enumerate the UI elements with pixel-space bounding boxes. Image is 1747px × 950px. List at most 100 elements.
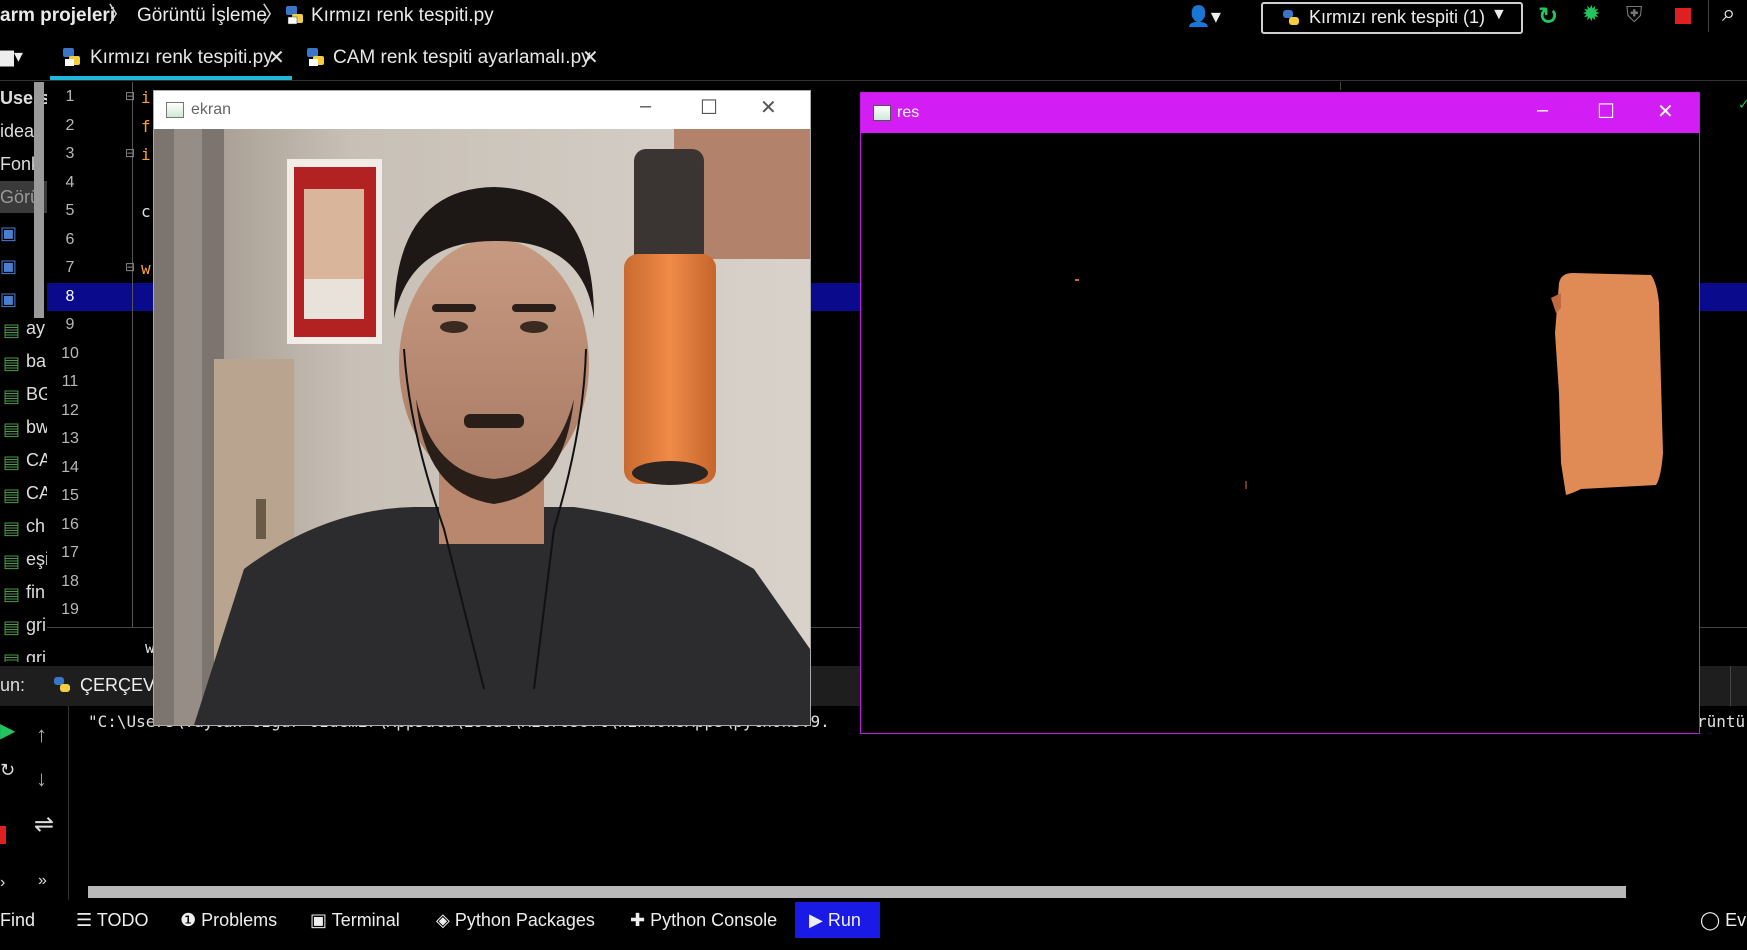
tool-todo[interactable]: ☰ TODO	[76, 900, 148, 940]
inspection-ok-icon: ✓	[1738, 96, 1747, 112]
python-file-icon	[306, 47, 326, 67]
python-console-label: Python Console	[650, 910, 778, 930]
fold-icon[interactable]: ⊟	[125, 89, 135, 103]
maximize-icon[interactable]: ☐	[1597, 99, 1615, 124]
line-number: 5	[65, 202, 75, 219]
python-packages-label: Python Packages	[454, 910, 595, 930]
tool-python-console[interactable]: ✚ Python Console	[630, 900, 777, 940]
more-icon[interactable]: »	[38, 872, 47, 890]
window-app-icon	[166, 102, 184, 118]
orange-object	[624, 254, 716, 484]
console-output-text: rüntü	[1697, 712, 1746, 731]
run-label: Run	[827, 910, 861, 930]
run-icon: ▶	[809, 910, 828, 930]
mask-result-frame	[861, 133, 1699, 733]
breadcrumb-folder[interactable]: Görüntü İşleme	[137, 0, 267, 32]
debug-bug-icon[interactable]: ✹	[1582, 1, 1600, 27]
exclamation-icon: ❶	[180, 910, 202, 930]
line-number: 7	[65, 259, 75, 276]
toolbar-divider	[1708, 0, 1709, 32]
search-icon[interactable]: ⌕	[1722, 0, 1735, 28]
tree-file-icons: ▤ ▤ ▤ ▤ ▤ ▤ ▤ ▤ ▤ ▤ ▤	[3, 320, 21, 662]
coverage-shield-icon[interactable]: ⛨	[1626, 2, 1643, 28]
close-icon[interactable]: ✕	[268, 45, 285, 70]
line-number: 9	[65, 316, 75, 333]
python-icon: ✚	[630, 910, 651, 930]
editor-tab-bar: ▆▾ Kırmızı renk tespiti.py ✕ CAM renk te…	[0, 36, 1747, 81]
tab-cam-renk-tespiti[interactable]: CAM renk tespiti ayarlamalı.py ✕	[298, 36, 608, 80]
window-title: ekran	[191, 101, 232, 118]
run-configuration-selector[interactable]: Kırmızı renk tespiti (1) ▼	[1261, 2, 1523, 34]
tree-scrollbar[interactable]	[34, 82, 44, 318]
run-tool-content: ▶ Run	[809, 900, 861, 940]
window-app-icon	[873, 105, 891, 121]
tool-terminal[interactable]: ▣ Terminal	[310, 900, 400, 940]
todo-label: TODO	[96, 910, 149, 930]
event-log-icon: ◯	[1700, 910, 1726, 930]
run-icon[interactable]: ▶	[0, 718, 15, 743]
horizontal-scrollbar[interactable]	[88, 886, 1626, 898]
terminal-label: Terminal	[331, 910, 400, 930]
code-keyword: i	[141, 145, 151, 164]
layers-icon: ◈	[436, 910, 455, 930]
arrow-up-icon[interactable]: ↑	[36, 722, 47, 748]
line-number: 1	[65, 88, 75, 105]
stop-icon[interactable]	[0, 826, 6, 844]
rerun-icon[interactable]: ↻	[0, 760, 15, 781]
navigation-bar: arm projeleri 〉 Görüntü İşleme 〉 Kırmızı…	[0, 0, 1747, 37]
console-gutter-divider	[68, 706, 69, 900]
arrow-down-icon[interactable]: ↓	[36, 766, 47, 792]
tab-label: CAM renk tespiti ayarlamalı.py	[333, 47, 591, 68]
close-icon[interactable]: ✕	[1657, 99, 1674, 124]
window-titlebar[interactable]: ekran – ☐ ✕	[154, 91, 810, 129]
tab-kirmizi-renk-tespiti[interactable]: Kırmızı renk tespiti.py ✕	[50, 36, 292, 80]
close-icon[interactable]: ✕	[582, 45, 599, 70]
line-number: 6	[65, 231, 75, 248]
line-number: 17	[61, 544, 79, 561]
breadcrumb-separator-icon: 〉	[262, 2, 285, 27]
python-file-icon	[285, 5, 305, 25]
line-number: 19	[61, 601, 79, 618]
window-titlebar[interactable]: res – ☐ ✕	[861, 93, 1699, 133]
minimize-icon[interactable]: –	[1537, 99, 1548, 122]
line-number: 16	[61, 516, 79, 533]
active-tab-indicator	[50, 76, 292, 80]
tool-find[interactable]: Find	[0, 900, 35, 940]
line-number-current: 8	[65, 288, 75, 305]
fold-icon[interactable]: ⊟	[125, 146, 135, 160]
minimize-icon[interactable]: –	[640, 95, 651, 118]
window-title: res	[897, 104, 920, 121]
chevron-down-icon: ▼	[1491, 6, 1507, 23]
folder-icon[interactable]: ▆▾	[0, 46, 23, 67]
tool-problems[interactable]: ❶ Problems	[180, 900, 277, 940]
tool-python-packages[interactable]: ◈ Python Packages	[436, 900, 595, 940]
close-icon[interactable]: ✕	[760, 95, 777, 120]
line-number: 12	[61, 402, 79, 419]
stop-icon[interactable]	[1675, 8, 1691, 24]
expand-icon[interactable]: ›	[0, 874, 5, 892]
tool-event-log[interactable]: ◯ Eve	[1700, 900, 1747, 940]
panel-divider	[1730, 666, 1731, 706]
list-icon: ☰	[76, 910, 97, 930]
line-number: 13	[61, 430, 79, 447]
tab-label: Kırmızı renk tespiti.py	[90, 47, 273, 68]
window-ekran[interactable]: ekran – ☐ ✕	[153, 90, 811, 726]
code-keyword: i	[141, 88, 151, 107]
line-number: 11	[61, 373, 79, 390]
line-number: 18	[61, 573, 79, 590]
maximize-icon[interactable]: ☐	[700, 95, 718, 120]
window-res[interactable]: res – ☐ ✕	[860, 92, 1700, 734]
user-account-icon[interactable]: 👤▾	[1186, 4, 1221, 29]
rerun-icon[interactable]: ↻	[1538, 2, 1558, 31]
find-label: Find	[0, 910, 36, 930]
right-margin-guide	[1340, 82, 1341, 90]
webcam-frame	[154, 129, 810, 725]
tool-run[interactable]: ▶ Run	[795, 902, 880, 938]
breadcrumb-project[interactable]: arm projeleri	[0, 0, 115, 32]
breadcrumb-separator-icon: 〉	[108, 2, 131, 27]
line-number: 15	[61, 487, 79, 504]
breadcrumb-file[interactable]: Kırmızı renk tespiti.py	[311, 0, 494, 32]
line-number: 2	[65, 117, 75, 134]
fold-icon[interactable]: ⊟	[125, 260, 135, 274]
soft-wrap-icon[interactable]: ⇌	[34, 810, 54, 839]
